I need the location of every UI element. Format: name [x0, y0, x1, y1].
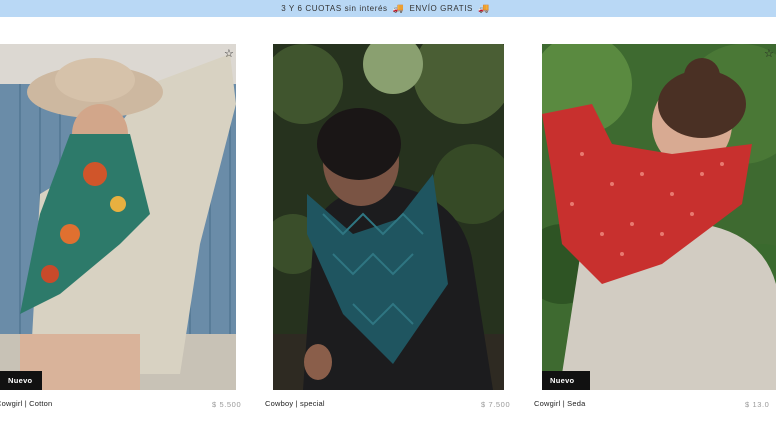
product-grid: ☆ Nuevo Cowgirl | Cotton $ 5.500 Cowboy … [0, 44, 776, 424]
product-name[interactable]: Cowboy | special [265, 399, 325, 408]
promo-bar: 3 Y 6 CUOTAS sin interés 🚚 ENVÍO GRATIS … [0, 0, 776, 17]
promo-cuotas: 3 Y 6 CUOTAS sin interés [281, 4, 388, 13]
product-image[interactable]: ☆ Nuevo [542, 44, 776, 390]
promo-envio: ENVÍO GRATIS [409, 4, 473, 13]
product-image[interactable]: ☆ Nuevo [0, 44, 236, 390]
product-price: $ 7.500 [481, 400, 511, 409]
favorite-star-icon[interactable]: ☆ [764, 49, 774, 60]
new-badge: Nuevo [542, 371, 590, 390]
product-name[interactable]: Cowgirl | Seda [534, 399, 585, 408]
product-price: $ 5.500 [212, 400, 242, 409]
favorite-star-icon[interactable]: ☆ [224, 49, 234, 60]
new-badge: Nuevo [0, 371, 42, 390]
truck-icon: 🚚 [477, 3, 490, 13]
product-image[interactable] [273, 44, 504, 390]
truck-icon: 🚚 [392, 3, 405, 13]
product-price: $ 13.0 [745, 400, 770, 409]
product-name[interactable]: Cowgirl | Cotton [0, 399, 52, 408]
